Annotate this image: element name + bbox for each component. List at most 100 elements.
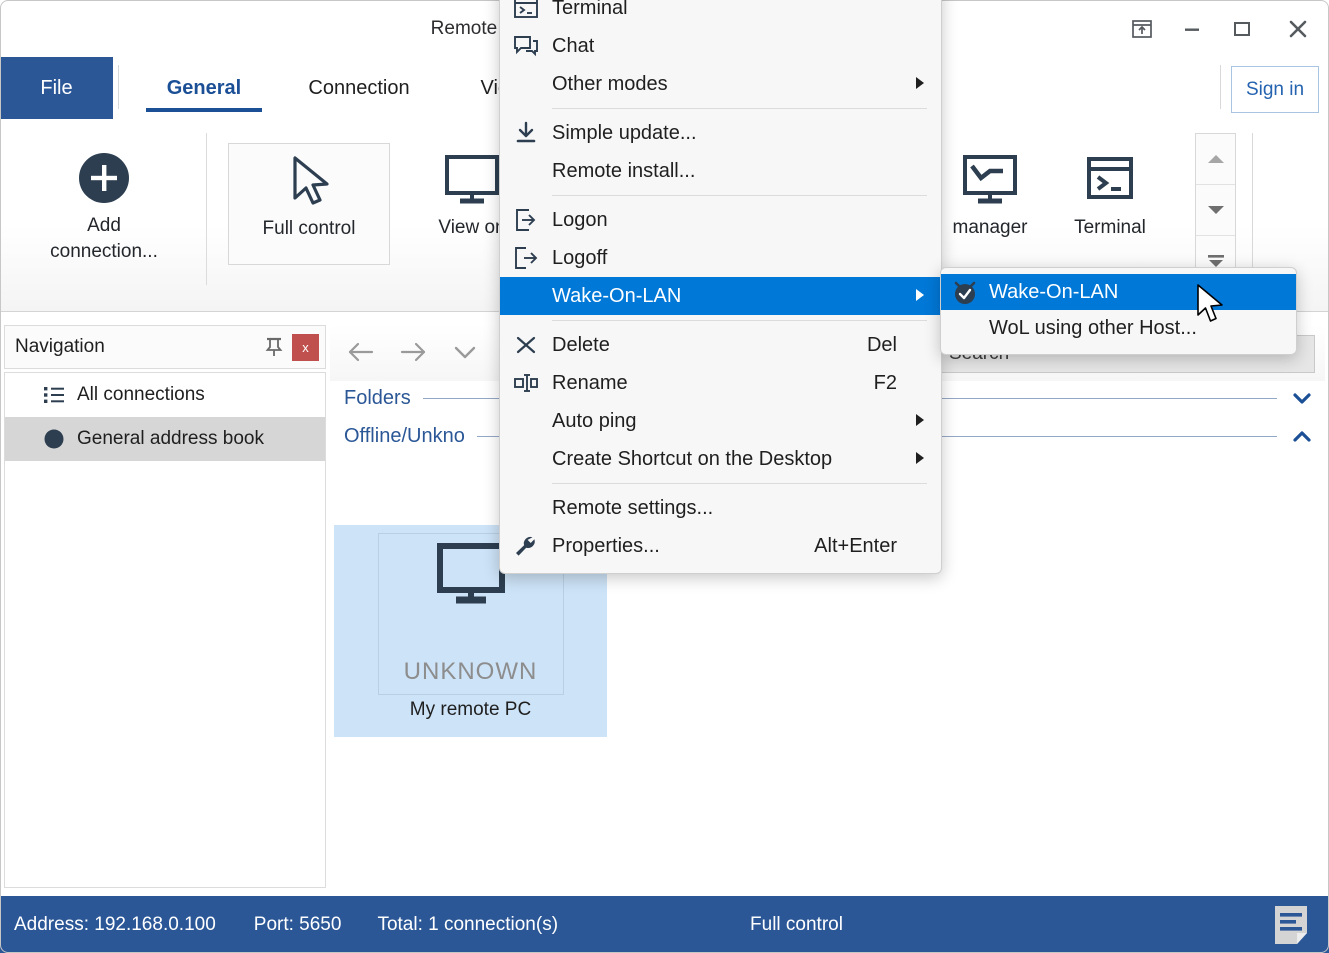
logon-icon [500,201,552,239]
chat-icon [500,27,552,65]
chevron-up-icon-offline[interactable] [1287,421,1317,451]
menu-item-properties-label: Properties... [552,534,660,557]
menu-item-chat[interactable]: Chat [500,27,941,65]
menu-item-simple-update[interactable]: Simple update... [500,114,941,152]
menu-item-logon-label: Logon [552,208,608,231]
menu-item-simple-update-label: Simple update... [552,121,697,144]
menu-item-rename[interactable]: Rename F2 [500,364,941,402]
arrow-left-icon[interactable] [344,335,378,369]
ribbon-terminal-label: Terminal [1074,217,1146,238]
note-icon[interactable] [1271,904,1311,946]
chevron-down-icon-folders[interactable] [1287,383,1317,413]
no-icon [500,65,552,103]
maximize-icon[interactable] [1217,0,1267,57]
menu-item-remote-install[interactable]: Remote install... [500,152,941,190]
ribbon-add-connection[interactable]: Add connection... [24,129,184,281]
navigation-arrows [344,335,482,369]
alarm-check-icon [941,278,989,306]
plus-circle-icon [77,147,131,209]
submenu-arrow-icon [915,451,925,468]
tab-file[interactable]: File [0,57,113,119]
menu-item-delete[interactable]: Delete Del [500,326,941,364]
ribbon-add-connection-label: Add connection... [50,215,158,262]
ribbon-right-separator [1252,133,1253,283]
section-offline-unknown-label: Offline/Unkno [344,425,465,447]
submenu-arrow-icon [915,288,925,305]
ribbon-divider [206,133,207,285]
navigation-header: Navigation x [4,325,326,369]
terminal-icon [500,0,552,27]
wake-on-lan-submenu[interactable]: Wake-On-LAN WoL using other Host... [940,267,1297,355]
mouse-cursor-icon [283,150,335,212]
menu-item-logoff-label: Logoff [552,246,608,269]
menu-item-other-modes-label: Other modes [552,72,668,95]
application-window: Remote Utilitixxxxxxxxxxxxxxxxxxxxxxxxxx… [0,0,1329,953]
menu-separator [552,320,927,321]
pin-icon[interactable] [260,333,288,361]
ribbon-full-control[interactable]: Full control [228,143,390,265]
arrow-right-icon[interactable] [396,335,430,369]
menu-item-terminal-label: Terminal [552,0,628,19]
no-icon [500,152,552,190]
section-folders-label: Folders [344,387,411,409]
monitor-icon [441,149,503,211]
share-icon[interactable] [1117,0,1167,57]
monitor-icon [432,540,510,613]
submenu-item-wol-other-host-label: WoL using other Host... [989,316,1197,339]
menu-item-remote-settings[interactable]: Remote settings... [500,489,941,527]
submenu-item-wake-on-lan[interactable]: Wake-On-LAN [941,274,1296,310]
rename-icon [500,364,552,402]
tab-connection[interactable]: Connection [262,57,456,119]
minimize-icon[interactable] [1167,0,1217,57]
connection-name: My remote PC [409,699,532,720]
context-menu[interactable]: Terminal Chat Other modes Simple update.… [499,0,942,574]
close-icon[interactable] [1267,0,1329,57]
terminal-icon [1083,149,1137,211]
chevron-down-icon[interactable] [448,335,482,369]
menu-item-logon[interactable]: Logon [500,201,941,239]
sidebar-item-all-connections[interactable]: All connections [5,373,325,417]
sidebar-item-all-connections-label: All connections [77,384,205,405]
download-icon [500,114,552,152]
menu-item-create-shortcut[interactable]: Create Shortcut on the Desktop [500,440,941,478]
menu-separator [552,483,927,484]
scroll-up-icon[interactable] [1196,134,1235,185]
menu-item-properties[interactable]: Properties... Alt+Enter [500,527,941,565]
sidebar-item-general-address-book[interactable]: General address book [5,417,325,461]
submenu-item-wol-other-host[interactable]: WoL using other Host... [941,310,1296,346]
scroll-down-icon[interactable] [1196,185,1235,236]
status-bar: Address: 192.168.0.100 Port: 5650 Total:… [0,896,1329,953]
navigation-list: All connections General address book [4,372,326,888]
window-controls [1117,0,1329,57]
status-port: Port: 5650 [253,913,342,935]
menu-item-remote-settings-label: Remote settings... [552,496,714,519]
menu-item-other-modes[interactable]: Other modes [500,65,941,103]
submenu-arrow-icon [915,76,925,93]
menu-item-delete-label: Delete [552,333,610,356]
connection-status-label: UNKNOWN [403,658,538,685]
no-icon [500,440,552,478]
submenu-arrow-icon [915,413,925,430]
menu-item-auto-ping[interactable]: Auto ping [500,402,941,440]
navigation-close-button[interactable]: x [292,333,319,361]
menu-item-properties-accel: Alt+Enter [814,534,897,557]
x-icon [500,326,552,364]
menu-item-terminal[interactable]: Terminal [500,0,941,27]
sign-in-button[interactable]: Sign in [1231,66,1319,113]
logoff-icon [500,239,552,277]
ribbon-terminal[interactable]: Terminal [1030,143,1190,265]
menu-item-rename-accel: F2 [873,371,897,394]
sidebar-item-general-address-book-label: General address book [77,428,264,449]
list-icon [43,385,71,405]
navigation-panel: Navigation x All connections General add… [4,325,326,889]
status-mode: Full control [750,913,843,935]
no-icon [500,402,552,440]
no-icon [500,277,552,315]
ribbon-full-control-label: Full control [262,218,356,239]
status-total: Total: 1 connection(s) [377,913,559,935]
ribbon-scroll-buttons[interactable] [1195,133,1236,283]
menu-item-logoff[interactable]: Logoff [500,239,941,277]
menu-item-wake-on-lan[interactable]: Wake-On-LAN [500,277,941,315]
tab-general[interactable]: General [132,57,276,119]
tab-separator-right [1220,65,1221,109]
